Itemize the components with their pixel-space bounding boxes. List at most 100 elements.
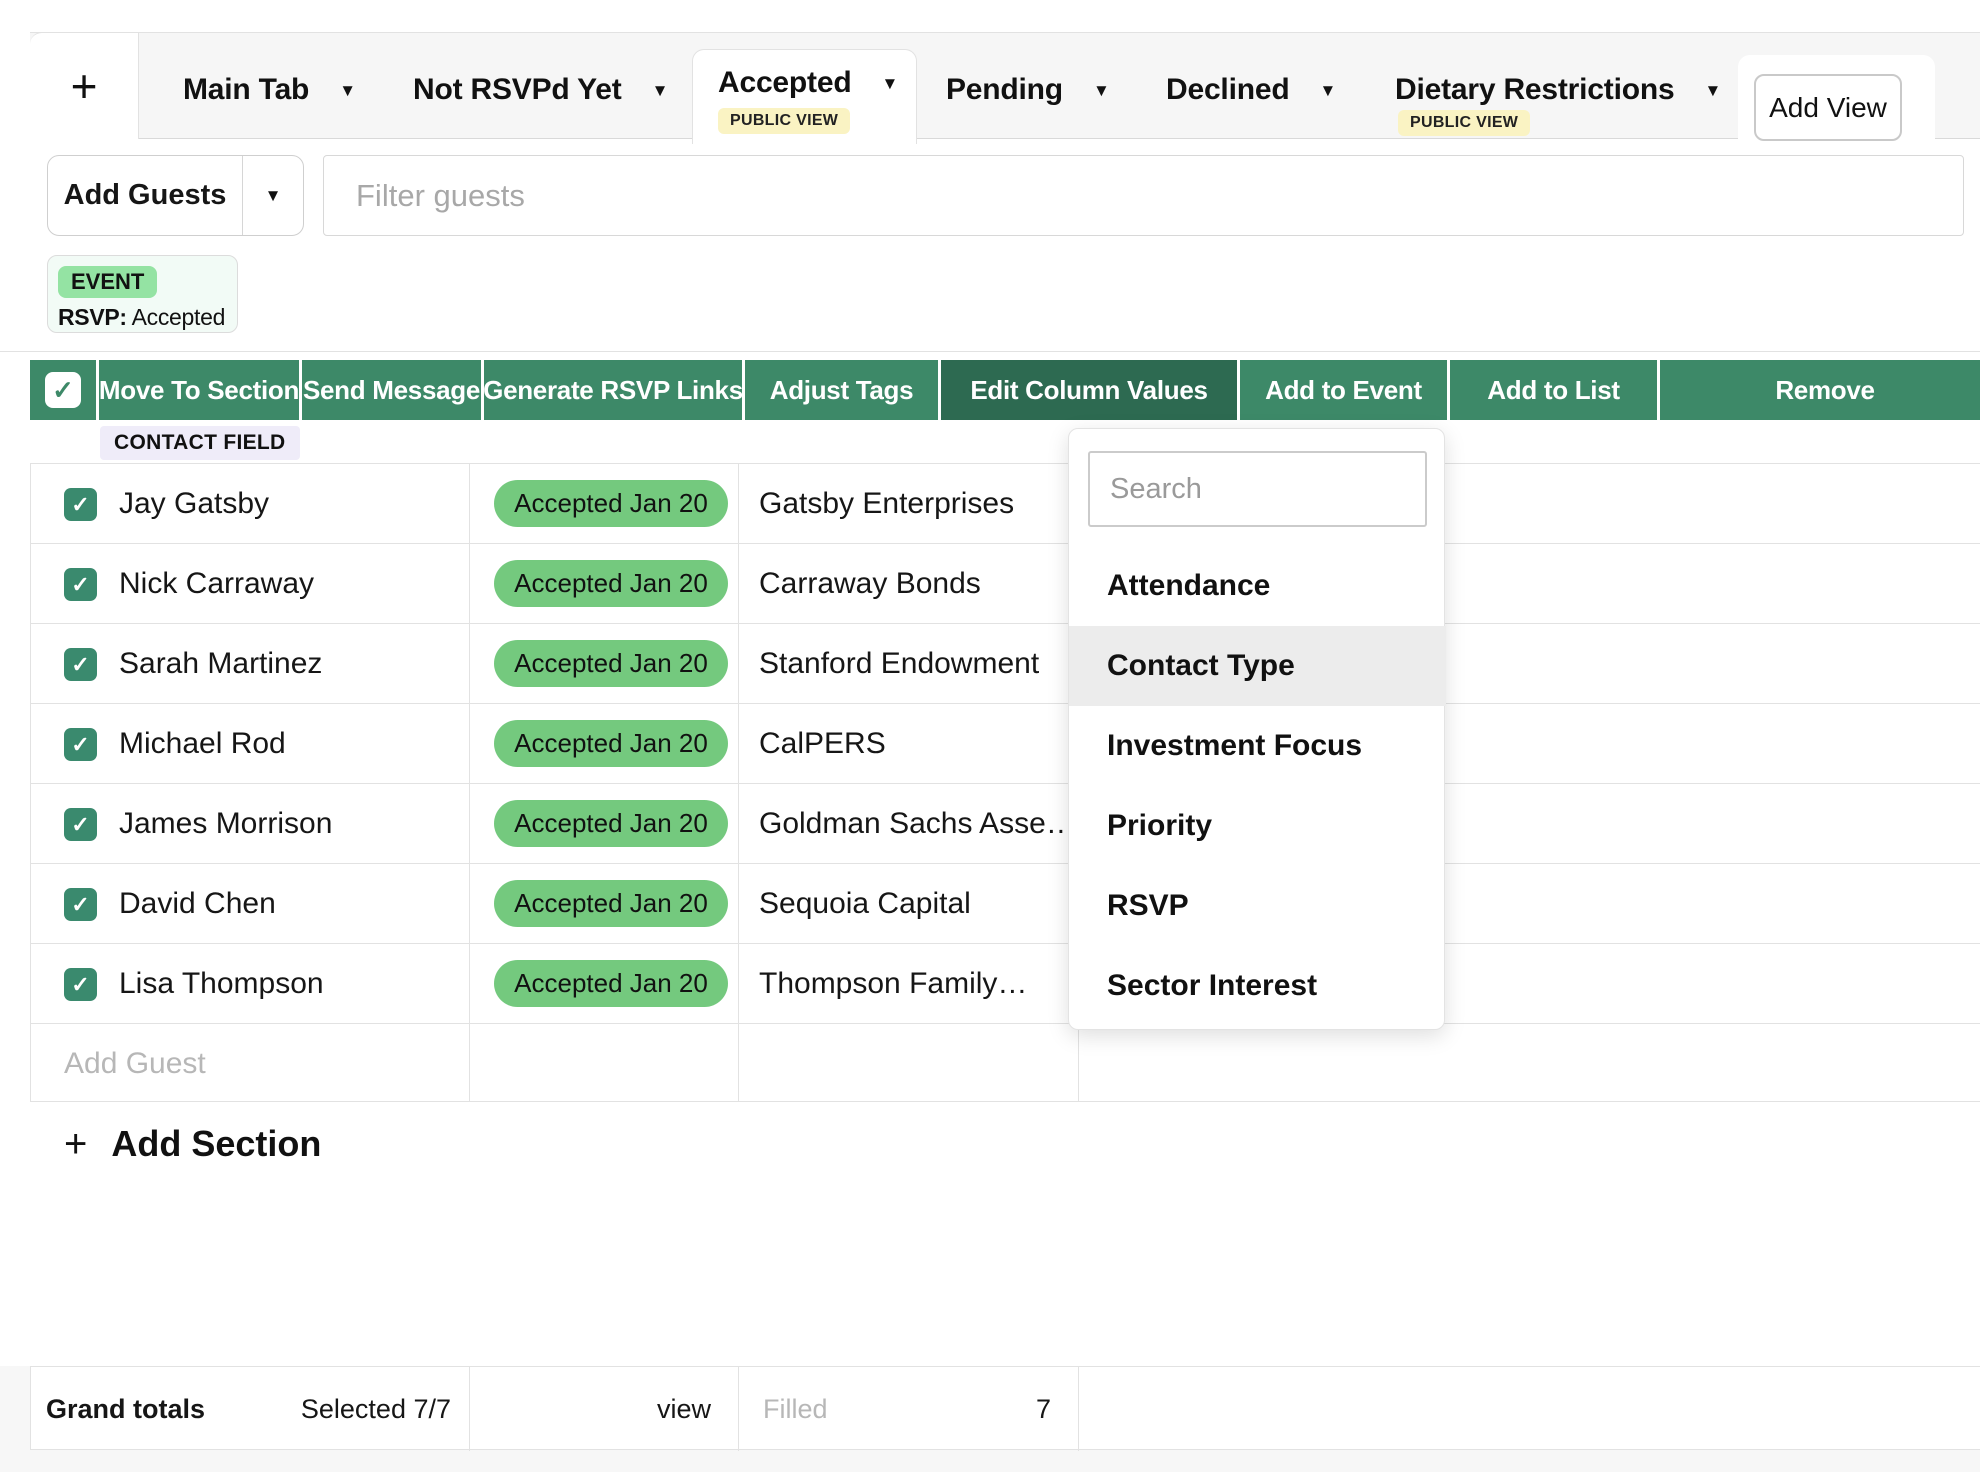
filter-field-value: Accepted: [127, 304, 225, 330]
rsvp-status-pill[interactable]: Accepted Jan 20: [494, 480, 728, 527]
tab-not-rsvpd-yet[interactable]: Not RSVPd Yet ▼: [413, 62, 668, 118]
active-filter-chip[interactable]: EVENT RSVP: Accepted: [47, 255, 238, 333]
column-divider: [1078, 1367, 1079, 1451]
tab-pending[interactable]: Pending ▼: [946, 62, 1110, 118]
table-row: ✓ James Morrison Accepted Jan 20 Goldman…: [31, 783, 1980, 863]
tab-label: Accepted: [718, 66, 851, 100]
add-guests-button[interactable]: Add Guests: [48, 156, 243, 235]
add-guests-dropdown-toggle[interactable]: ▼: [243, 156, 303, 235]
plus-icon: +: [71, 59, 98, 113]
tab-main-tab[interactable]: Main Tab ▼: [183, 62, 356, 118]
send-message-button[interactable]: Send Message: [302, 360, 481, 420]
add-guest-placeholder[interactable]: Add Guest: [64, 1024, 206, 1103]
menu-item-contact-type[interactable]: Contact Type: [1069, 626, 1446, 706]
menu-item-sector-interest[interactable]: Sector Interest: [1069, 946, 1446, 1026]
add-view-panel: Add View: [1738, 55, 1935, 144]
add-section-button[interactable]: + Add Section: [30, 1108, 355, 1180]
guest-company[interactable]: Goldman Sachs Asse…: [759, 784, 1076, 864]
section-divider: [0, 351, 1980, 352]
menu-item-investment-focus[interactable]: Investment Focus: [1069, 706, 1446, 786]
chevron-down-icon[interactable]: ▼: [1704, 82, 1721, 99]
dropdown-search-input[interactable]: [1088, 451, 1427, 527]
guest-company[interactable]: CalPERS: [759, 704, 886, 784]
generate-rsvp-links-button[interactable]: Generate RSVP Links: [484, 360, 742, 420]
guest-name[interactable]: Sarah Martinez: [119, 624, 322, 704]
rsvp-status-pill[interactable]: Accepted Jan 20: [494, 880, 728, 927]
plus-icon: +: [64, 1124, 87, 1164]
column-divider: [469, 1367, 470, 1451]
guest-name[interactable]: David Chen: [119, 864, 276, 944]
chevron-down-icon[interactable]: ▼: [652, 82, 669, 99]
view-summary-cell[interactable]: view: [491, 1367, 711, 1451]
tab-declined[interactable]: Declined ▼: [1166, 62, 1336, 118]
row-checkbox[interactable]: ✓: [64, 728, 97, 761]
tab-accepted-active[interactable]: Accepted ▼ PUBLIC VIEW: [692, 49, 917, 144]
contact-field-column-header: CONTACT FIELD: [100, 426, 300, 460]
guest-company[interactable]: Sequoia Capital: [759, 864, 971, 944]
row-checkbox[interactable]: ✓: [64, 648, 97, 681]
guest-name[interactable]: Nick Carraway: [119, 544, 314, 624]
tab-label: Dietary Restrictions: [1395, 73, 1674, 107]
tab-label: Not RSVPd Yet: [413, 73, 622, 107]
filter-field-label: RSVP:: [58, 304, 127, 330]
guest-company[interactable]: Gatsby Enterprises: [759, 464, 1014, 544]
add-tab-button[interactable]: +: [30, 32, 139, 139]
table-row: ✓ Nick Carraway Accepted Jan 20 Carraway…: [31, 543, 1980, 623]
chevron-down-icon[interactable]: ▼: [881, 75, 898, 92]
column-divider: [738, 1367, 739, 1451]
guest-management-app: + Main Tab ▼ Not RSVPd Yet ▼ Accepted ▼ …: [0, 0, 1980, 1472]
filter-chip-text: RSVP: Accepted: [58, 304, 225, 331]
guest-company[interactable]: Stanford Endowment: [759, 624, 1039, 704]
chevron-down-icon[interactable]: ▼: [339, 82, 356, 99]
guest-name[interactable]: Jay Gatsby: [119, 464, 269, 544]
edit-column-values-button[interactable]: Edit Column Values: [941, 360, 1237, 420]
chevron-down-icon[interactable]: ▼: [1093, 82, 1110, 99]
rsvp-status-pill[interactable]: Accepted Jan 20: [494, 640, 728, 687]
row-checkbox[interactable]: ✓: [64, 808, 97, 841]
add-section-label: Add Section: [111, 1123, 321, 1165]
rsvp-status-pill[interactable]: Accepted Jan 20: [494, 960, 728, 1007]
table-row: ✓ Michael Rod Accepted Jan 20 CalPERS: [31, 703, 1980, 783]
checkmark-icon: ✓: [71, 814, 89, 836]
row-checkbox[interactable]: ✓: [64, 568, 97, 601]
add-guests-split-button[interactable]: Add Guests ▼: [47, 155, 304, 236]
checkmark-icon: ✓: [71, 574, 89, 596]
menu-item-priority[interactable]: Priority: [1069, 786, 1446, 866]
row-checkbox[interactable]: ✓: [64, 888, 97, 921]
guest-name[interactable]: Michael Rod: [119, 704, 286, 784]
bulk-action-toolbar: ✓ Move To Section Send Message Generate …: [0, 360, 1980, 420]
rsvp-status-pill[interactable]: Accepted Jan 20: [494, 720, 728, 767]
checkmark-icon: ✓: [71, 974, 89, 996]
checkmark-icon: ✓: [71, 654, 89, 676]
guest-company[interactable]: Thompson Family…: [759, 944, 1027, 1024]
chevron-down-icon[interactable]: ▼: [1319, 82, 1336, 99]
guest-company[interactable]: Carraway Bonds: [759, 544, 981, 624]
remove-button[interactable]: Remove: [1660, 360, 1980, 420]
adjust-tags-button[interactable]: Adjust Tags: [745, 360, 938, 420]
public-view-badge: PUBLIC VIEW: [1398, 110, 1530, 136]
selected-count: Selected 7/7: [221, 1367, 451, 1451]
move-to-section-button[interactable]: Move To Section: [99, 360, 299, 420]
chevron-down-icon: ▼: [265, 187, 282, 204]
add-view-button[interactable]: Add View: [1754, 74, 1902, 141]
add-to-event-button[interactable]: Add to Event: [1240, 360, 1447, 420]
menu-item-attendance[interactable]: Attendance: [1069, 546, 1446, 626]
table-row: ✓ Sarah Martinez Accepted Jan 20 Stanfor…: [31, 623, 1980, 703]
row-checkbox[interactable]: ✓: [64, 488, 97, 521]
guest-table: ✓ Jay Gatsby Accepted Jan 20 Gatsby Ente…: [30, 463, 1980, 1102]
row-checkbox[interactable]: ✓: [64, 968, 97, 1001]
filter-guests-input[interactable]: [323, 155, 1964, 236]
guest-name[interactable]: Lisa Thompson: [119, 944, 324, 1024]
filled-count: 7: [891, 1367, 1051, 1451]
add-guest-row[interactable]: Add Guest: [31, 1023, 1980, 1102]
table-row: ✓ David Chen Accepted Jan 20 Sequoia Cap…: [31, 863, 1980, 943]
guest-name[interactable]: James Morrison: [119, 784, 332, 864]
add-to-list-button[interactable]: Add to List: [1450, 360, 1657, 420]
rsvp-status-pill[interactable]: Accepted Jan 20: [494, 560, 728, 607]
menu-item-rsvp[interactable]: RSVP: [1069, 866, 1446, 946]
rsvp-status-pill[interactable]: Accepted Jan 20: [494, 800, 728, 847]
tab-label: Main Tab: [183, 73, 309, 107]
select-all-checkbox[interactable]: ✓: [30, 360, 96, 420]
table-row: ✓ Lisa Thompson Accepted Jan 20 Thompson…: [31, 943, 1980, 1023]
checkmark-icon: ✓: [71, 734, 89, 756]
